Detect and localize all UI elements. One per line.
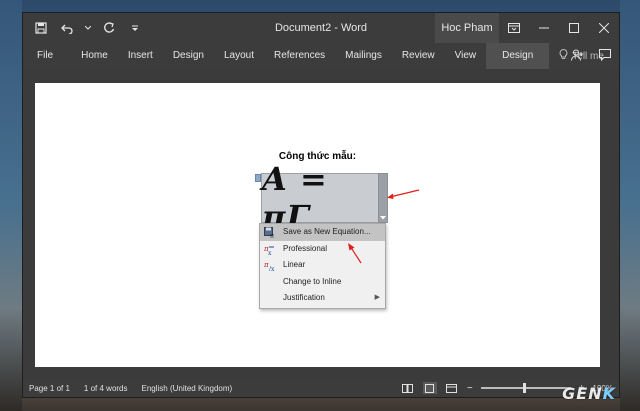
zoom-slider-thumb[interactable] <box>522 383 526 393</box>
menu-item-label: Change to Inline <box>283 276 342 286</box>
menu-item-label: Linear <box>283 260 306 269</box>
chevron-down-icon <box>380 216 386 220</box>
language[interactable]: English (United Kingdom) <box>142 384 233 393</box>
annotation-arrow-menu <box>348 243 362 264</box>
tab-design[interactable]: Design <box>163 43 214 69</box>
watermark-text: GEN <box>562 384 603 403</box>
watermark-accent: K <box>602 384 616 403</box>
menu-item-save-as-new-equation[interactable]: π Save as New Equation... <box>260 224 385 241</box>
menu-item-label: Save as New Equation... <box>283 227 371 236</box>
menu-item-professional[interactable]: πx Professional <box>260 241 385 258</box>
document-page[interactable]: Công thức mẫu: A = πΓ π Save as New Equa… <box>35 83 600 367</box>
tab-home[interactable]: Home <box>71 43 118 69</box>
status-bar: Page 1 of 1 1 of 4 words English (United… <box>23 379 619 397</box>
status-left: Page 1 of 1 1 of 4 words English (United… <box>29 379 232 397</box>
redo-icon[interactable] <box>101 20 117 36</box>
customize-toolbar-icon[interactable] <box>127 20 143 36</box>
save-icon[interactable] <box>33 20 49 36</box>
window-controls <box>499 13 619 43</box>
tab-review[interactable]: Review <box>392 43 445 69</box>
tab-insert[interactable]: Insert <box>118 43 163 69</box>
print-layout-icon[interactable] <box>422 382 437 394</box>
tab-mailings[interactable]: Mailings <box>335 43 392 69</box>
tab-file[interactable]: File <box>23 43 71 69</box>
minimize-icon[interactable] <box>529 13 559 43</box>
undo-dropdown-icon[interactable] <box>85 20 91 36</box>
annotation-arrow-equation <box>387 189 420 199</box>
tab-references[interactable]: References <box>264 43 335 69</box>
page-count[interactable]: Page 1 of 1 <box>29 384 70 393</box>
desktop-background-left <box>0 0 22 411</box>
lightbulb-icon <box>559 48 568 63</box>
tab-layout[interactable]: Layout <box>214 43 264 69</box>
menu-item-linear[interactable]: π/x Linear <box>260 257 385 274</box>
menu-item-label: Justification <box>283 293 325 302</box>
document-area: Công thức mẫu: A = πΓ π Save as New Equa… <box>23 69 619 381</box>
zoom-out-icon[interactable]: − <box>467 383 473 394</box>
professional-icon: πx <box>263 244 275 257</box>
ribbon-display-options-icon[interactable] <box>499 13 529 43</box>
undo-icon[interactable] <box>59 20 75 36</box>
menu-item-label: Professional <box>283 243 328 253</box>
quick-access-toolbar <box>33 13 143 43</box>
comment-icon[interactable] <box>599 48 611 64</box>
share-person-icon[interactable] <box>571 49 583 64</box>
word-window: Document2 - Word Hoc Pham File Home Inse… <box>22 12 620 398</box>
user-account[interactable]: Hoc Pham <box>435 13 499 43</box>
desktop-background-right <box>620 0 640 411</box>
svg-text:π: π <box>270 233 274 239</box>
svg-text:/x: /x <box>269 266 275 271</box>
maximize-icon[interactable] <box>559 13 589 43</box>
submenu-arrow-icon: ▶ <box>374 294 380 301</box>
read-mode-icon[interactable] <box>401 382 415 394</box>
svg-text:x: x <box>268 250 272 255</box>
watermark-logo: GENK <box>562 384 616 403</box>
tab-equation-design[interactable]: Design <box>486 43 550 69</box>
equation-options-menu: π Save as New Equation... πx Professiona… <box>259 223 386 309</box>
tab-view[interactable]: View <box>445 43 487 69</box>
ribbon-right-icons <box>571 43 611 69</box>
menu-item-justification[interactable]: Justification ▶ <box>260 290 385 307</box>
word-count[interactable]: 1 of 4 words <box>84 384 128 393</box>
menu-item-change-to-inline[interactable]: Change to Inline <box>260 274 385 291</box>
save-equation-icon: π <box>264 227 275 240</box>
ribbon-tabs: File Home Insert Design Layout Reference… <box>23 43 619 69</box>
equation-box[interactable]: A = πΓ <box>261 160 379 236</box>
close-icon[interactable] <box>589 13 619 43</box>
zoom-slider[interactable] <box>480 383 571 393</box>
title-bar: Document2 - Word Hoc Pham <box>23 13 619 43</box>
linear-icon: π/x <box>263 260 275 273</box>
web-layout-icon[interactable] <box>445 382 459 394</box>
